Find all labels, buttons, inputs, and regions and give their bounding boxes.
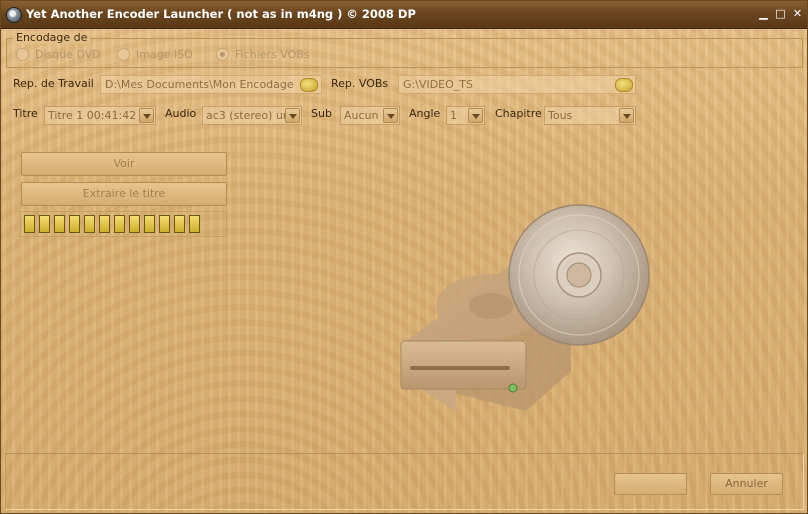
voir-button[interactable]: Voir — [21, 152, 227, 176]
rep-vobs-field[interactable]: G:\VIDEO_TS — [398, 75, 636, 94]
radio-circle-checked — [216, 48, 229, 61]
minimize-button[interactable]: ▁ — [757, 7, 770, 21]
progress-segment — [189, 215, 200, 233]
chevron-down-icon[interactable] — [619, 108, 634, 123]
audio-value: ac3 (stereo) unk — [206, 109, 297, 122]
chevron-down-icon[interactable] — [383, 108, 398, 123]
progress-segment — [129, 215, 140, 233]
sub-select[interactable]: Aucun — [340, 106, 400, 125]
progress-bar — [20, 211, 227, 237]
progress-segment — [159, 215, 170, 233]
progress-segment — [39, 215, 50, 233]
title-bar[interactable]: Yet Another Encoder Launcher ( not as in… — [1, 1, 807, 29]
rep-vobs-label: Rep. VOBs — [331, 77, 389, 90]
radio-circle — [16, 48, 29, 61]
audio-label: Audio — [165, 107, 197, 120]
sub-value: Aucun — [344, 109, 379, 122]
folder-icon[interactable] — [300, 78, 318, 92]
radio-circle — [117, 48, 130, 61]
progress-segment — [54, 215, 65, 233]
progress-segment — [99, 215, 110, 233]
angle-label: Angle — [409, 107, 441, 120]
close-button[interactable]: ✕ — [791, 7, 804, 21]
chevron-down-icon[interactable] — [468, 108, 483, 123]
angle-select[interactable]: 1 — [446, 106, 485, 125]
annuler-button[interactable]: Annuler — [710, 473, 783, 495]
extraire-titre-button[interactable]: Extraire le titre — [21, 182, 227, 206]
progress-segment — [144, 215, 155, 233]
titre-select[interactable]: Titre 1 00:41:42 — [44, 106, 156, 125]
radio-label: Disque DVD — [35, 48, 101, 61]
ok-button[interactable] — [614, 473, 687, 495]
drive-with-disc-icon — [400, 204, 650, 411]
encodage-legend: Encodage de — [13, 31, 91, 44]
chapitre-select[interactable]: Tous — [544, 106, 636, 125]
progress-segment — [69, 215, 80, 233]
titre-label: Titre — [13, 107, 38, 120]
maximize-button[interactable]: □ — [774, 7, 787, 21]
chevron-down-icon[interactable] — [139, 108, 154, 123]
progress-segment — [174, 215, 185, 233]
progress-segment — [24, 215, 35, 233]
progress-segment — [84, 215, 95, 233]
radio-label: Image ISO — [136, 48, 193, 61]
chapitre-label: Chapitre — [495, 107, 542, 120]
audio-select[interactable]: ac3 (stereo) unk — [202, 106, 302, 125]
window-title: Yet Another Encoder Launcher ( not as in… — [26, 7, 416, 21]
titre-value: Titre 1 00:41:42 — [48, 109, 137, 122]
chapitre-value: Tous — [548, 109, 573, 122]
angle-value: 1 — [450, 109, 457, 122]
sub-label: Sub — [311, 107, 332, 120]
rep-travail-field[interactable]: D:\Mes Documents\Mon Encodage — [100, 75, 322, 94]
rep-travail-label: Rep. de Travail — [13, 77, 94, 90]
folder-icon[interactable] — [615, 78, 633, 92]
progress-segment — [114, 215, 125, 233]
radio-label: Fichiers VOBs — [235, 48, 310, 61]
dvd-disc-icon — [6, 7, 22, 23]
app-window: Yet Another Encoder Launcher ( not as in… — [0, 0, 808, 514]
chevron-down-icon[interactable] — [285, 108, 300, 123]
